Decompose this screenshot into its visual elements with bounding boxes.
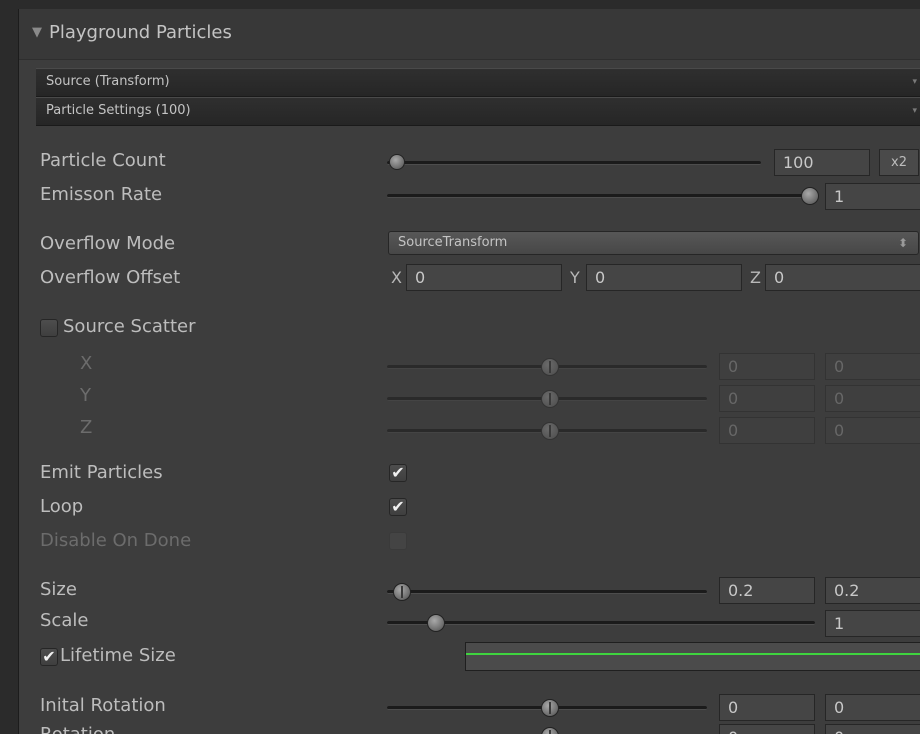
lifetime-size-checkbox[interactable]: ✔ (40, 648, 58, 666)
emission-rate-slider-track[interactable] (387, 194, 815, 198)
initial-rotation-slider-knob[interactable] (541, 699, 559, 717)
scale-slider-track[interactable] (387, 621, 815, 625)
offset-y-label: Y (570, 268, 580, 287)
rotation-label: Rotation (40, 724, 115, 734)
emission-rate-slider-knob[interactable] (801, 187, 819, 205)
emit-particles-checkbox[interactable]: ✔ (389, 464, 407, 482)
scatter-x-min-field[interactable]: 0 (719, 353, 815, 380)
particle-count-slider-knob[interactable] (389, 154, 405, 170)
source-scatter-checkbox[interactable] (40, 319, 58, 337)
offset-z-label: Z (750, 268, 761, 287)
particle-count-slider-track[interactable] (387, 161, 761, 165)
lifetime-size-curve[interactable] (465, 642, 920, 671)
initial-rotation-max-field[interactable]: 0 (825, 694, 920, 721)
particle-count-field[interactable]: 100 (774, 149, 870, 176)
foldout-arrow-icon[interactable]: ▼ (32, 25, 42, 40)
disable-on-done-label: Disable On Done (40, 530, 192, 551)
emission-rate-field[interactable]: 1 (825, 183, 920, 210)
scatter-x-max-field[interactable]: 0 (825, 353, 920, 380)
particle-count-label: Particle Count (40, 150, 166, 171)
scatter-z-max-field[interactable]: 0 (825, 417, 920, 444)
chevron-down-icon: ▾ (912, 77, 917, 87)
overflow-mode-value: SourceTransform (398, 235, 508, 250)
size-label: Size (40, 579, 77, 600)
rotation-max-field[interactable]: 0 (825, 724, 920, 734)
scatter-z-slider-knob[interactable] (541, 422, 559, 440)
scatter-x-slider-knob[interactable] (541, 358, 559, 376)
inspector-panel: ▼ Playground Particles Source (Transform… (18, 9, 920, 734)
offset-x-label: X (391, 268, 402, 287)
scatter-y-max-field[interactable]: 0 (825, 385, 920, 412)
offset-x-field[interactable]: 0 (406, 264, 562, 291)
overflow-mode-dropdown[interactable]: SourceTransform ⬍ (388, 231, 919, 255)
scale-slider-knob[interactable] (427, 614, 445, 632)
size-min-field[interactable]: 0.2 (719, 577, 815, 604)
emit-particles-label: Emit Particles (40, 462, 163, 483)
multiply-x2-button[interactable]: x2 (879, 149, 919, 176)
size-slider-knob[interactable] (393, 583, 411, 601)
section-source[interactable]: Source (Transform) ▾ (36, 68, 920, 97)
rotation-slider-knob[interactable] (541, 727, 559, 734)
scatter-y-label: Y (80, 385, 91, 406)
scatter-z-label: Z (80, 417, 93, 438)
overflow-offset-label: Overflow Offset (40, 267, 181, 288)
loop-label: Loop (40, 496, 84, 517)
component-header[interactable]: ▼ Playground Particles (19, 9, 920, 60)
scale-field[interactable]: 1 (825, 610, 920, 637)
emission-rate-label: Emisson Rate (40, 184, 163, 205)
section-particle-settings[interactable]: Particle Settings (100) ▾ (36, 97, 920, 126)
component-title: Playground Particles (49, 22, 232, 43)
scale-label: Scale (40, 610, 89, 631)
scatter-x-label: X (80, 353, 93, 374)
section-particle-settings-label: Particle Settings (100) (46, 103, 191, 118)
source-scatter-label: Source Scatter (63, 316, 196, 337)
initial-rotation-min-field[interactable]: 0 (719, 694, 815, 721)
disable-on-done-checkbox[interactable] (389, 532, 407, 550)
chevron-down-icon: ▾ (912, 106, 917, 116)
rotation-min-field[interactable]: 0 (719, 724, 815, 734)
scatter-z-min-field[interactable]: 0 (719, 417, 815, 444)
dropdown-arrow-icon: ⬍ (897, 236, 908, 250)
loop-checkbox[interactable]: ✔ (389, 498, 407, 516)
initial-rotation-label: Inital Rotation (40, 695, 166, 716)
offset-z-field[interactable]: 0 (765, 264, 920, 291)
scatter-y-slider-knob[interactable] (541, 390, 559, 408)
lifetime-size-label: Lifetime Size (60, 645, 176, 666)
scatter-y-min-field[interactable]: 0 (719, 385, 815, 412)
offset-y-field[interactable]: 0 (586, 264, 742, 291)
size-slider-track[interactable] (387, 590, 707, 594)
section-source-label: Source (Transform) (46, 74, 170, 89)
size-max-field[interactable]: 0.2 (825, 577, 920, 604)
curve-line (466, 653, 920, 655)
overflow-mode-label: Overflow Mode (40, 233, 176, 254)
